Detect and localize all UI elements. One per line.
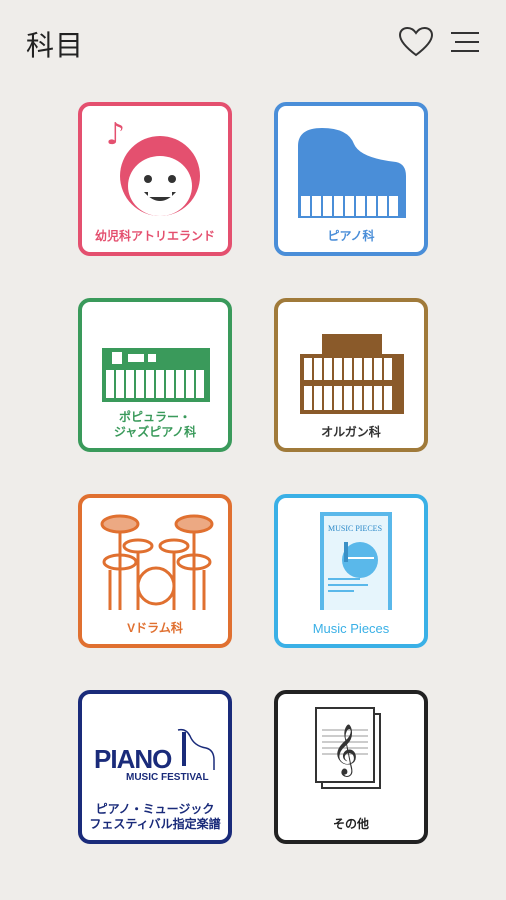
svg-text:♪: ♪ xyxy=(106,117,125,152)
svg-text:𝄞: 𝄞 xyxy=(332,724,358,777)
course-label: オルガン科 xyxy=(321,425,381,439)
course-label: その他 xyxy=(332,817,369,831)
course-tile-vdrums[interactable]: Vドラム科 xyxy=(78,494,232,648)
course-label: Vドラム科 xyxy=(127,621,183,635)
course-label: ピアノ科 xyxy=(327,229,375,243)
course-tile-other[interactable]: 𝄞 その他 xyxy=(274,690,428,844)
organ-icon xyxy=(300,334,404,414)
course-label: ピアノ・ミュージック フェスティバル指定楽譜 xyxy=(89,802,221,831)
logo-subtitle: MUSIC FESTIVAL xyxy=(126,772,209,783)
drum-kit-icon xyxy=(100,514,214,610)
heart-icon xyxy=(398,26,434,57)
keyboard-icon xyxy=(102,348,210,402)
favorites-button[interactable] xyxy=(396,22,436,62)
grand-piano-icon xyxy=(298,128,406,218)
music-pieces-book-icon xyxy=(320,512,392,610)
course-tile-organ[interactable]: オルガン科 xyxy=(274,298,428,452)
course-label: ポピュラー・ ジャズピアノ科 xyxy=(113,410,197,439)
course-tile-infant[interactable]: ♪ 幼児科アトリエランド xyxy=(78,102,232,256)
logo-wordmark: PIANO xyxy=(94,744,172,774)
course-tile-popular-jazz[interactable]: ポピュラー・ ジャズピアノ科 xyxy=(78,298,232,452)
menu-icon xyxy=(451,32,479,52)
course-tile-piano[interactable]: ピアノ科 xyxy=(274,102,428,256)
app-header: 科目 xyxy=(0,0,506,84)
course-label: 幼児科アトリエランド xyxy=(94,229,215,243)
child-face-music-icon: ♪ xyxy=(106,117,200,216)
sheet-music-icon: 𝄞 xyxy=(315,707,381,789)
course-tile-piano-music-festival[interactable]: PIANO MUSIC FESTIVAL ピアノ・ミュージック フェスティバル指… xyxy=(78,690,232,844)
menu-button[interactable] xyxy=(444,22,484,62)
page-title: 科目 xyxy=(26,29,85,62)
course-tile-music-pieces[interactable]: MUSIC PIECES Music Pieces xyxy=(274,494,428,648)
course-label: Music Pieces xyxy=(312,621,390,636)
music-pieces-cover-title: MUSIC PIECES xyxy=(328,524,383,533)
